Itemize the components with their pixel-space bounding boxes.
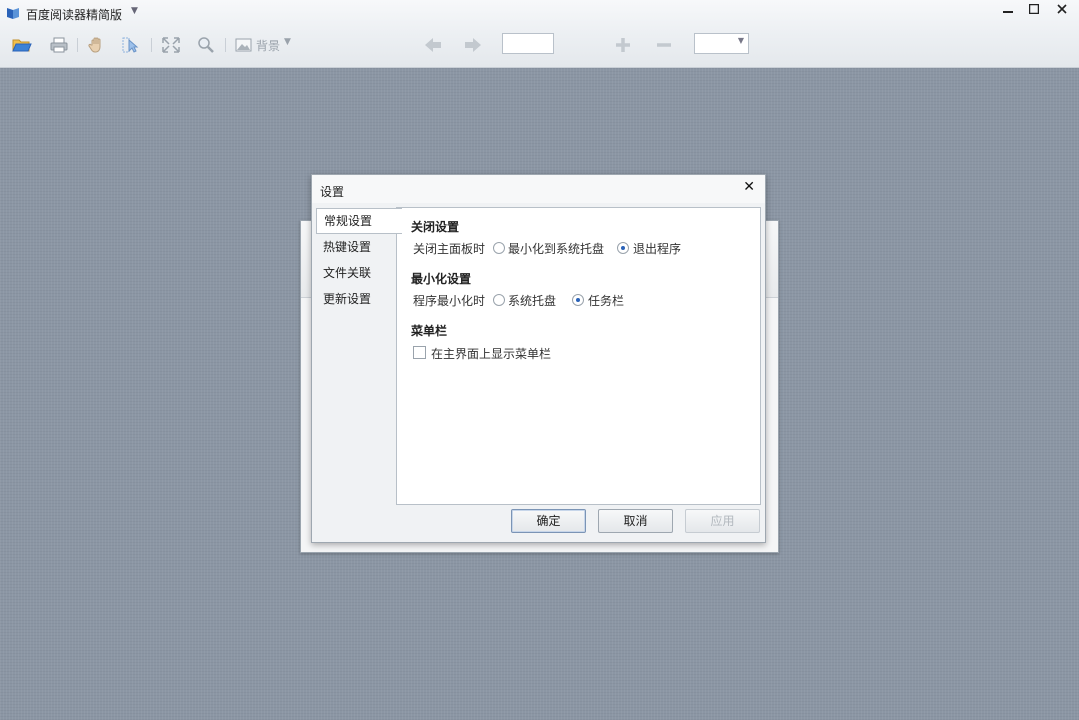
settings-dialog: 设置 ✕ 常规设置 热键设置 文件关联 更新设置 关闭设置 关闭主面板时 最小化… — [311, 174, 766, 543]
settings-nav: 常规设置 热键设置 文件关联 更新设置 — [316, 208, 402, 312]
open-folder-icon[interactable] — [12, 36, 32, 54]
app-title: 百度阅读器精简版 — [26, 8, 123, 22]
minimize-label: 程序最小化时 — [413, 294, 486, 308]
cancel-button[interactable]: 取消 — [598, 509, 673, 533]
chevron-down-icon[interactable]: ▼ — [284, 37, 291, 47]
chevron-down-icon: ▼ — [737, 36, 744, 45]
nav-item-hotkeys[interactable]: 热键设置 — [316, 234, 398, 260]
minimize-settings-title: 最小化设置 — [411, 272, 472, 286]
minimize-button[interactable] — [995, 2, 1021, 22]
close-icon — [1057, 4, 1067, 14]
close-icon[interactable]: ✕ — [743, 179, 755, 195]
toolbar-separator — [77, 38, 78, 52]
print-icon[interactable] — [49, 36, 69, 54]
option-system-tray-label[interactable]: 系统托盘 — [508, 292, 556, 309]
show-menubar-label[interactable]: 在主界面上显示菜单栏 — [431, 345, 551, 362]
zoom-out-icon[interactable] — [654, 36, 674, 54]
minimize-icon — [1003, 11, 1013, 13]
option-exit-program-label[interactable]: 退出程序 — [633, 240, 681, 257]
close-window-button[interactable] — [1049, 2, 1075, 22]
toolbar: 背景 ▼ ▼ — [0, 28, 1079, 68]
dialog-header: 设置 ✕ — [312, 175, 765, 203]
dialog-title: 设置 — [320, 185, 345, 199]
option-minimize-to-tray-label[interactable]: 最小化到系统托盘 — [508, 240, 604, 257]
fullscreen-icon[interactable] — [161, 36, 181, 54]
ok-button[interactable]: 确定 — [511, 509, 586, 533]
toolbar-separator — [225, 38, 226, 52]
arrow-right-icon[interactable] — [463, 36, 483, 54]
select-cursor-icon[interactable] — [121, 36, 141, 54]
nav-item-file-association[interactable]: 文件关联 — [316, 260, 398, 286]
maximize-button[interactable] — [1021, 2, 1047, 22]
background-image-icon[interactable] — [234, 36, 254, 54]
title-bar: 百度阅读器精简版 ▼ — [0, 0, 1079, 28]
toolbar-separator — [151, 38, 152, 52]
book-logo-icon — [7, 8, 19, 19]
settings-content: 关闭设置 关闭主面板时 最小化到系统托盘 退出程序 最小化设置 程序最小化时 系… — [396, 207, 761, 505]
zoom-in-icon[interactable] — [613, 36, 633, 54]
hand-tool-icon[interactable] — [87, 36, 107, 54]
radio-taskbar[interactable] — [572, 294, 584, 306]
option-taskbar-label[interactable]: 任务栏 — [588, 292, 624, 309]
page-number-input[interactable] — [502, 33, 554, 54]
radio-minimize-to-tray[interactable] — [493, 242, 505, 254]
zoom-select[interactable]: ▼ — [694, 33, 749, 54]
close-settings-title: 关闭设置 — [411, 220, 460, 234]
apply-button[interactable]: 应用 — [685, 509, 760, 533]
nav-item-general[interactable]: 常规设置 — [316, 208, 402, 234]
title-menu-dropdown-icon[interactable]: ▼ — [131, 6, 138, 16]
background-menu-label[interactable]: 背景 — [256, 37, 280, 54]
radio-exit-program[interactable] — [617, 242, 629, 254]
close-panel-label: 关闭主面板时 — [413, 242, 486, 256]
radio-system-tray[interactable] — [493, 294, 505, 306]
show-menubar-checkbox[interactable] — [413, 346, 426, 359]
maximize-icon — [1028, 3, 1040, 15]
search-icon[interactable] — [196, 36, 216, 54]
menubar-settings-title: 菜单栏 — [411, 324, 448, 338]
nav-item-update[interactable]: 更新设置 — [316, 286, 398, 312]
arrow-left-icon[interactable] — [423, 36, 443, 54]
